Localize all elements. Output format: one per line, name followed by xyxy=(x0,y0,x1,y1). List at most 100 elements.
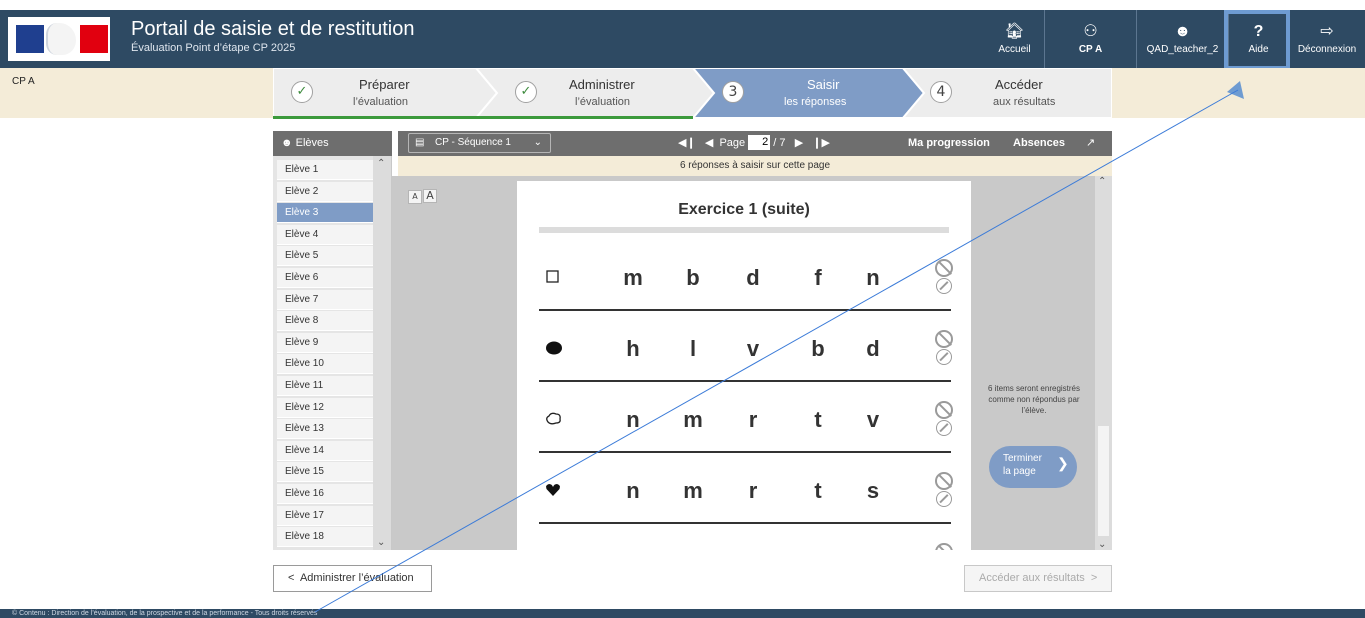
exercise-letter[interactable]: n xyxy=(617,407,649,433)
partial-response-icon[interactable] xyxy=(936,349,952,365)
nav-user[interactable]: ☻ QAD_teacher_2 xyxy=(1137,10,1229,68)
expand-icon[interactable]: ↗ xyxy=(1086,131,1095,156)
step-title: Saisir xyxy=(807,77,840,92)
chevron-down-icon[interactable]: ⌄ xyxy=(377,537,385,548)
step-sub: l’évaluation xyxy=(353,96,409,108)
last-page-icon[interactable]: ❙▶ xyxy=(812,137,830,149)
student-item[interactable]: Elève 2 xyxy=(277,181,373,202)
exercise-letter[interactable]: b xyxy=(677,265,709,291)
student-item[interactable]: Elève 9 xyxy=(277,332,373,353)
nav-accueil-label: Accueil xyxy=(998,44,1031,55)
exercise-letter[interactable]: t xyxy=(802,478,834,504)
font-large-button[interactable]: A xyxy=(423,189,437,203)
student-item[interactable]: Elève 5 xyxy=(277,246,373,267)
student-item[interactable]: Elève 12 xyxy=(277,397,373,418)
nav-accueil[interactable]: 🏠︎ Accueil xyxy=(985,10,1045,68)
page-input[interactable]: 2 xyxy=(748,134,771,150)
chevron-up-icon[interactable]: ⌃ xyxy=(377,158,385,169)
student-item[interactable]: Elève 1 xyxy=(277,160,373,180)
exercise-letter[interactable]: r xyxy=(737,407,769,433)
row-actions xyxy=(935,543,957,550)
step-title: Accéder xyxy=(995,77,1043,92)
student-item[interactable]: Elève 15 xyxy=(277,462,373,483)
step-preparer[interactable]: ✓ Préparer l’évaluation xyxy=(273,68,476,118)
chevron-right-icon: ❯ xyxy=(1057,455,1069,471)
sequence-select[interactable]: ▤ CP - Séquence 1 ⌄ xyxy=(408,133,551,153)
nav-class[interactable]: ⚇ CP A xyxy=(1045,10,1137,68)
next-page-icon[interactable]: ▶ xyxy=(795,137,803,149)
student-item[interactable]: Elève 14 xyxy=(277,440,373,461)
exercise-sheet: Exercice 1 (suite) mbdfnhlvbdnmrtvnmrts xyxy=(517,181,971,550)
chevron-left-icon: < xyxy=(288,572,295,584)
no-response-icon[interactable] xyxy=(935,259,953,277)
no-response-icon[interactable] xyxy=(935,543,953,550)
exercise-letter[interactable]: d xyxy=(737,265,769,291)
exercise-letter[interactable]: v xyxy=(857,407,889,433)
progression-link[interactable]: Ma progression xyxy=(908,131,990,156)
exercise-letter[interactable]: f xyxy=(802,265,834,291)
partial-response-icon[interactable] xyxy=(936,278,952,294)
exercise-letter[interactable]: v xyxy=(737,336,769,362)
exercise-letter[interactable]: d xyxy=(857,336,889,362)
exercise-letter[interactable]: t xyxy=(802,407,834,433)
step-saisir[interactable]: 3 Saisir les réponses xyxy=(714,68,903,118)
back-button[interactable]: < Administrer l’évaluation xyxy=(273,565,432,592)
app-title: Portail de saisie et de restitution xyxy=(131,18,415,40)
student-item[interactable]: Elève 7 xyxy=(277,289,373,310)
font-size-buttons: AA xyxy=(408,184,438,204)
chevron-down-icon[interactable]: ⌄ xyxy=(1098,539,1106,550)
partial-response-icon[interactable] xyxy=(936,420,952,436)
step-number: 3 xyxy=(722,81,744,103)
student-item[interactable]: Elève 18 xyxy=(277,527,373,548)
home-icon: 🏠︎ xyxy=(1004,23,1025,40)
nav-logout[interactable]: ⇨ Déconnexion xyxy=(1289,10,1365,68)
exercise-letter[interactable]: m xyxy=(677,407,709,433)
exercise-letter[interactable]: l xyxy=(677,336,709,362)
student-item[interactable]: Elève 13 xyxy=(277,419,373,440)
absences-link[interactable]: Absences xyxy=(1013,131,1065,156)
student-item[interactable]: Elève 8 xyxy=(277,311,373,332)
marianne-logo[interactable] xyxy=(8,17,110,61)
step-administrer[interactable]: ✓ Administrer l’évaluation xyxy=(497,68,693,118)
users-icon: ⚇ xyxy=(1083,23,1098,40)
no-response-icon[interactable] xyxy=(935,401,953,419)
exercise-letter[interactable]: s xyxy=(857,478,889,504)
student-list: ⌃ ⌄ Elève 1 Elève 2 Elève 3 Elève 4 Elève 5E… xyxy=(273,156,392,550)
exercise-letter[interactable]: b xyxy=(802,336,834,362)
progress-bar xyxy=(273,116,693,119)
partial-response-icon[interactable] xyxy=(936,491,952,507)
student-item[interactable]: Elève 6 xyxy=(277,268,373,288)
exercise-letter[interactable]: n xyxy=(617,478,649,504)
prev-page-icon[interactable]: ◀ xyxy=(705,137,713,149)
nav-user-label: QAD_teacher_2 xyxy=(1146,44,1219,55)
finish-page-button[interactable]: Terminer la page ❯ xyxy=(989,446,1077,488)
no-response-icon[interactable] xyxy=(935,330,953,348)
nav-logout-label: Déconnexion xyxy=(1297,44,1357,55)
student-item[interactable]: Elève 4 xyxy=(277,224,373,245)
exercise-letter[interactable]: r xyxy=(737,478,769,504)
exercise-letter[interactable]: m xyxy=(677,478,709,504)
first-page-icon[interactable]: ◀❙ xyxy=(678,137,696,149)
row-actions xyxy=(935,401,957,436)
row-separator xyxy=(539,451,951,453)
student-item[interactable]: Elève 10 xyxy=(277,354,373,375)
step-acceder[interactable]: 4 Accéder aux résultats xyxy=(924,68,1112,118)
exercise-title: Exercice 1 (suite) xyxy=(678,201,810,218)
class-name: CP A xyxy=(12,76,35,87)
font-small-button[interactable]: A xyxy=(408,190,422,204)
student-list-scrollbar[interactable]: ⌃ ⌄ xyxy=(373,156,391,550)
sheet-scrollbar[interactable]: ⌃ ⌄ xyxy=(1095,176,1112,550)
chevron-up-icon[interactable]: ⌃ xyxy=(1098,176,1106,187)
exercise-letter[interactable]: h xyxy=(617,336,649,362)
row-actions xyxy=(935,259,957,294)
students-panel-header: ☻ Elèves xyxy=(273,131,392,156)
next-button[interactable]: Accéder aux résultats > xyxy=(964,565,1112,592)
student-item[interactable]: Elève 16 xyxy=(277,484,373,504)
exercise-letter[interactable]: m xyxy=(617,265,649,291)
student-item[interactable]: Elève 17 xyxy=(277,505,373,526)
student-item[interactable]: Elève 3 xyxy=(277,203,373,224)
no-response-icon[interactable] xyxy=(935,472,953,490)
exercise-letter[interactable]: n xyxy=(857,265,889,291)
scroll-thumb[interactable] xyxy=(1098,426,1109,536)
student-item[interactable]: Elève 11 xyxy=(277,376,373,396)
